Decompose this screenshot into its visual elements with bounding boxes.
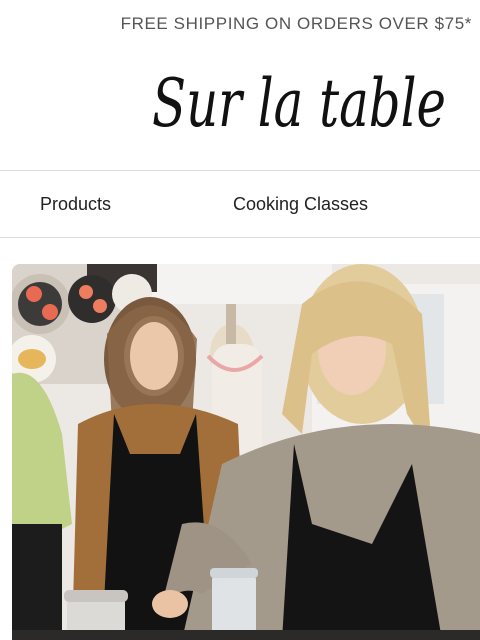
- promo-text: FREE SHIPPING ON ORDERS OVER $75*: [120, 14, 472, 33]
- nav-item-cooking-classes[interactable]: Cooking Classes: [233, 171, 368, 237]
- main-nav: Products Cooking Classes: [0, 170, 480, 238]
- cooking-class-photo: [12, 264, 480, 640]
- page: FREE SHIPPING ON ORDERS OVER $75* Sur la…: [0, 0, 480, 640]
- hero-image[interactable]: [12, 264, 480, 640]
- brand-logo-link[interactable]: Sur la table: [150, 60, 450, 146]
- promo-banner[interactable]: FREE SHIPPING ON ORDERS OVER $75*: [0, 0, 480, 48]
- brand-logo-text: Sur la table: [152, 65, 446, 142]
- nav-item-products[interactable]: Products: [40, 171, 111, 237]
- brand-logo: Sur la table: [152, 65, 446, 142]
